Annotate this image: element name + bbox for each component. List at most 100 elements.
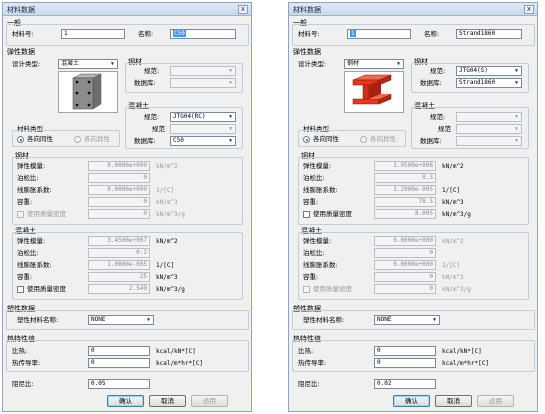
- isotropic-label: 各向同性: [313, 135, 339, 143]
- steel-db-label: 数据库:: [420, 79, 442, 87]
- dialog-title: 材料数据: [7, 6, 35, 14]
- steel-use-mass-checkbox[interactable]: [303, 211, 310, 218]
- steel-use-mass-checkbox[interactable]: [17, 211, 24, 218]
- mat-no-input[interactable]: 1: [61, 29, 125, 39]
- anisotropic-radio[interactable]: [74, 136, 81, 143]
- dialog-title: 材料数据: [293, 6, 321, 14]
- conc-weight-input[interactable]: 25: [88, 272, 150, 282]
- steel-poisson-input[interactable]: 0.3: [374, 173, 436, 183]
- steel-modulus-input[interactable]: 0.0000e+000: [88, 161, 150, 171]
- conc-modulus-label: 弹性模量:: [303, 237, 332, 245]
- steel-thermal-label: 线膨胀系数:: [17, 186, 52, 194]
- steel-code-select[interactable]: JTG04(S) ▼: [456, 66, 522, 76]
- conc-mass-input[interactable]: 0: [374, 284, 436, 294]
- chevron-down-icon: ▼: [514, 114, 518, 120]
- steel-poisson-input[interactable]: 0: [88, 173, 150, 183]
- isotropic-label: 各向同性: [27, 135, 53, 143]
- design-type-select[interactable]: 混凝土 ▼: [58, 59, 118, 69]
- cancel-button[interactable]: 取消: [435, 395, 472, 407]
- anisotropic-label: 各向异性: [84, 135, 110, 143]
- steel-modulus-unit: kN/m^2: [156, 163, 178, 170]
- chevron-down-icon: ▼: [146, 317, 150, 323]
- conc-modulus-input[interactable]: 3.4500e+007: [88, 236, 150, 246]
- elastic-heading: 弹性数据: [293, 48, 321, 56]
- conductivity-input[interactable]: 0: [88, 358, 150, 368]
- ok-button[interactable]: 确认: [107, 395, 144, 407]
- name-input[interactable]: Strand1860: [456, 29, 522, 39]
- steel-code-select[interactable]: ▼: [170, 66, 236, 76]
- conc-use-mass-checkbox[interactable]: [17, 286, 24, 293]
- conc-poisson-input[interactable]: 0.2: [88, 248, 150, 258]
- steel-mass-input[interactable]: 0: [88, 209, 150, 219]
- steel-weight-input[interactable]: 0: [88, 197, 150, 207]
- damping-input[interactable]: 0.02: [374, 379, 436, 389]
- steel-mass-unit: kN/m^3/g: [442, 211, 471, 218]
- material-dialog-steel: 材料数据 x 一般 材料号: 1 名称: Strand1860 弹性数据 设计类…: [288, 2, 538, 412]
- name-label: 名称:: [424, 30, 440, 38]
- concrete-code-select[interactable]: ▼: [456, 112, 522, 122]
- steel-weight-label: 容重:: [17, 198, 33, 206]
- apply-button[interactable]: 适用: [191, 395, 228, 407]
- conc-mass-unit: kN/m^3/g: [442, 286, 471, 293]
- title-bar[interactable]: 材料数据 x: [289, 3, 537, 16]
- material-dialog-concrete: 材料数据 x 一般 材料号: 1 名称: C50 弹性数据 设计类型: 混凝土 ▼…: [2, 2, 252, 412]
- concrete-db-select[interactable]: C50 ▼: [170, 136, 236, 146]
- name-input[interactable]: C50: [170, 29, 236, 39]
- title-bar[interactable]: 材料数据 x: [3, 3, 251, 16]
- apply-button[interactable]: 适用: [477, 395, 514, 407]
- conc-modulus-input[interactable]: 0.0000e+000: [374, 236, 436, 246]
- steel-db-select[interactable]: ▼: [170, 78, 236, 88]
- steel-weight-input[interactable]: 78.5: [374, 197, 436, 207]
- steel-thermal-input[interactable]: 0.0000e+000: [88, 185, 150, 195]
- specific-heat-unit: kcal/kN*[C]: [442, 348, 482, 355]
- plastic-name-select[interactable]: NONE ▼: [374, 315, 440, 325]
- conc-weight-label: 容重:: [17, 273, 33, 281]
- conc-thermal-input[interactable]: 1.0000e-005: [88, 260, 150, 270]
- plastic-name-label: 塑性材料名称:: [17, 316, 59, 324]
- mat-no-input[interactable]: 1: [347, 29, 411, 39]
- conc-use-mass-checkbox[interactable]: [303, 286, 310, 293]
- conc-weight-label: 容重:: [303, 273, 319, 281]
- conc-use-mass-label: 使用质量密度: [313, 285, 352, 293]
- steel-thermal-input[interactable]: 1.2000e-005: [374, 185, 436, 195]
- conc-mass-unit: kN/m^3/g: [156, 286, 185, 293]
- steel-poisson-label: 泊松比:: [303, 174, 325, 182]
- conductivity-unit: kcal/m*hr*[C]: [156, 360, 203, 367]
- anisotropic-radio[interactable]: [360, 136, 367, 143]
- conductivity-input[interactable]: 0: [374, 358, 436, 368]
- concrete-code2-select[interactable]: ▼: [456, 124, 522, 134]
- mat-no-label: 材料号:: [298, 30, 320, 38]
- anisotropic-label: 各向异性: [370, 135, 396, 143]
- design-type-select[interactable]: 钢材 ▼: [344, 59, 404, 69]
- steel-db-label: 数据库:: [134, 79, 156, 87]
- chevron-down-icon: ▼: [514, 80, 518, 86]
- steel-mass-input[interactable]: 8.005: [374, 209, 436, 219]
- damping-input[interactable]: 0.05: [88, 379, 150, 389]
- steel-use-mass-label: 使用质量密度: [27, 210, 66, 218]
- chevron-down-icon: ▼: [396, 61, 400, 67]
- concrete-code-select[interactable]: JTG04(RC) ▼: [170, 112, 236, 122]
- steel-i-beam-icon: [344, 71, 404, 113]
- plastic-name-select[interactable]: NONE ▼: [88, 315, 154, 325]
- mat-no-label: 材料号:: [12, 30, 34, 38]
- damping-label: 阻尼比:: [12, 380, 34, 388]
- concrete-code2-select[interactable]: ▼: [170, 124, 236, 134]
- conc-thermal-input[interactable]: 0.0000e+000: [374, 260, 436, 270]
- conc-mass-input[interactable]: 2.549: [88, 284, 150, 294]
- conductivity-unit: kcal/m*hr*[C]: [442, 360, 489, 367]
- chevron-down-icon: ▼: [228, 68, 232, 74]
- conc-weight-input[interactable]: 0: [374, 272, 436, 282]
- specific-heat-input[interactable]: 0: [374, 346, 436, 356]
- close-icon[interactable]: x: [238, 5, 248, 14]
- isotropic-radio[interactable]: [17, 136, 24, 143]
- ok-button[interactable]: 确认: [393, 395, 430, 407]
- concrete-db-select[interactable]: ▼: [456, 136, 522, 146]
- close-icon[interactable]: x: [524, 5, 534, 14]
- steel-modulus-input[interactable]: 1.9500e+008: [374, 161, 436, 171]
- cancel-button[interactable]: 取消: [149, 395, 186, 407]
- conc-poisson-input[interactable]: 0: [374, 248, 436, 258]
- specific-heat-input[interactable]: 0: [88, 346, 150, 356]
- steel-db-select[interactable]: Strand1860 ▼: [456, 78, 522, 88]
- specific-heat-unit: kcal/kN*[C]: [156, 348, 196, 355]
- isotropic-radio[interactable]: [303, 136, 310, 143]
